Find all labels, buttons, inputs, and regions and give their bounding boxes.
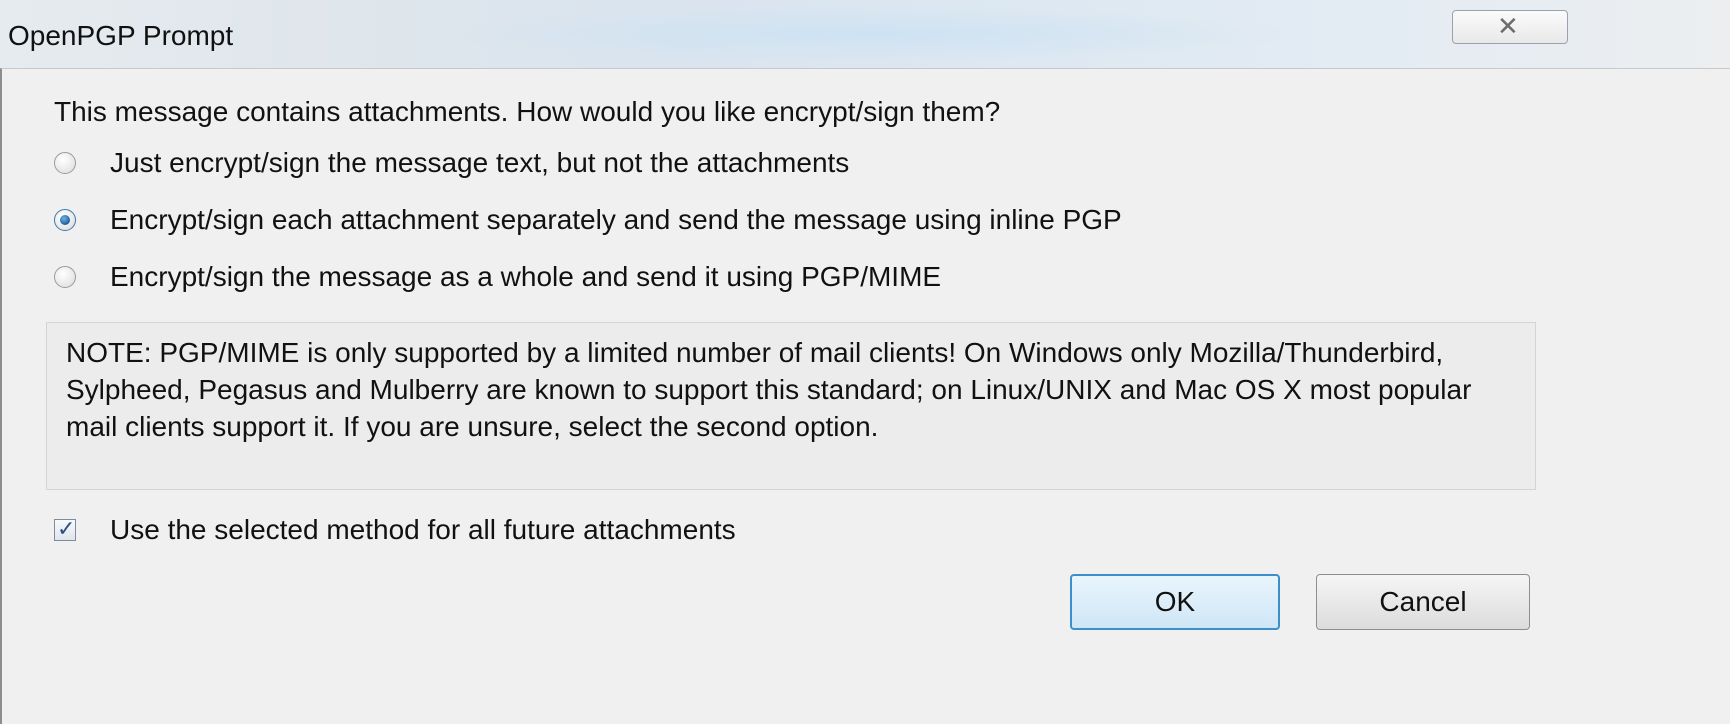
radio-text-only[interactable] — [54, 152, 76, 174]
note-text: NOTE: PGP/MIME is only supported by a li… — [66, 337, 1472, 442]
checkmark-icon: ✓ — [57, 516, 76, 541]
cancel-button[interactable]: Cancel — [1316, 574, 1530, 630]
remember-choice-label: Use the selected method for all future a… — [110, 514, 736, 545]
remember-choice-row[interactable]: ✓ Use the selected method for all future… — [54, 512, 736, 548]
title-bar[interactable]: OpenPGP Prompt ✕ — [0, 0, 1730, 68]
remember-choice-checkbox[interactable]: ✓ — [54, 516, 76, 541]
option-label: Just encrypt/sign the message text, but … — [110, 147, 850, 178]
radio-pgp-mime[interactable] — [54, 266, 76, 288]
option-label: Encrypt/sign the message as a whole and … — [110, 261, 942, 292]
prompt-text: This message contains attachments. How w… — [54, 96, 1001, 127]
option-label: Encrypt/sign each attachment separately … — [110, 204, 1122, 235]
openpgp-prompt-dialog: OpenPGP Prompt ✕ This message contains a… — [0, 0, 1730, 724]
close-button[interactable]: ✕ — [1452, 10, 1568, 44]
option-pgp-mime[interactable]: Encrypt/sign the message as a whole and … — [54, 260, 941, 294]
window-title: OpenPGP Prompt — [8, 20, 234, 51]
option-inline-pgp[interactable]: Encrypt/sign each attachment separately … — [54, 203, 1122, 237]
option-text-only[interactable]: Just encrypt/sign the message text, but … — [54, 146, 849, 180]
radio-inline-pgp[interactable] — [54, 209, 76, 231]
close-icon: ✕ — [1497, 11, 1519, 41]
title-bar-glow — [440, 6, 1300, 62]
ok-button[interactable]: OK — [1070, 574, 1280, 630]
